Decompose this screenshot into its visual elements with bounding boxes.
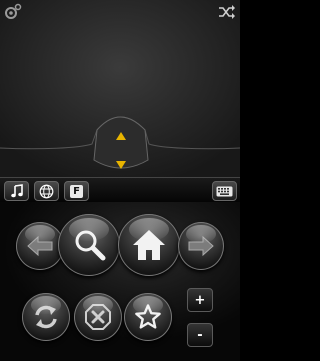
star-icon <box>135 304 161 329</box>
arrow-right-icon <box>188 235 214 257</box>
settings-button[interactable] <box>3 3 23 21</box>
arrow-left-icon <box>27 235 53 257</box>
scroll-up-button[interactable] <box>115 126 127 140</box>
refresh-button[interactable] <box>22 293 70 341</box>
zoom-out-button[interactable]: - <box>187 323 213 347</box>
keyboard-button[interactable] <box>212 181 237 201</box>
house-icon <box>133 230 165 260</box>
zoom-in-button[interactable]: + <box>187 288 213 312</box>
search-button[interactable] <box>58 214 120 276</box>
scroll-down-button[interactable] <box>115 155 127 169</box>
refresh-icon <box>35 305 57 329</box>
magnifier-icon <box>75 230 106 261</box>
globe-icon <box>39 184 54 198</box>
triangle-down-icon <box>116 161 126 169</box>
favorite-button[interactable] <box>124 293 172 341</box>
touchpad[interactable] <box>0 0 240 177</box>
home-button[interactable] <box>118 214 180 276</box>
scroll-wheel[interactable] <box>95 112 147 180</box>
remote-app: F + - <box>0 0 240 361</box>
music-note-icon <box>10 184 23 198</box>
stop-button[interactable] <box>74 293 122 341</box>
shuffle-icon <box>219 5 235 19</box>
shuffle-button[interactable] <box>218 4 236 19</box>
music-button[interactable] <box>4 181 29 201</box>
back-button[interactable] <box>16 222 64 270</box>
triangle-up-icon <box>116 132 126 140</box>
web-button[interactable] <box>34 181 59 201</box>
keyboard-icon <box>216 186 233 196</box>
shortcut-bar: F <box>0 177 240 202</box>
function-keys-label: F <box>70 184 83 198</box>
function-keys-button[interactable]: F <box>64 181 89 201</box>
stop-x-icon <box>85 304 111 330</box>
forward-button[interactable] <box>178 222 224 270</box>
remote-panel: + - <box>0 202 240 361</box>
gear-icon <box>5 3 22 19</box>
